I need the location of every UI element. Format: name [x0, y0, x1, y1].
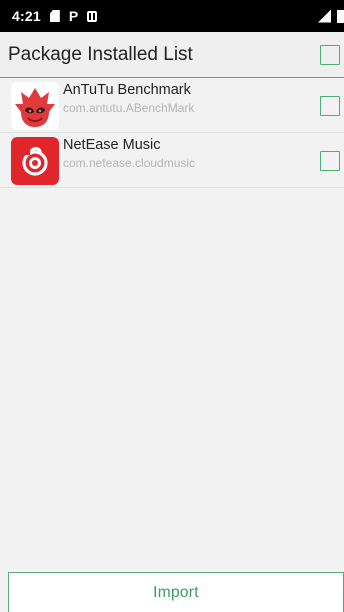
battery-icon: [337, 9, 344, 23]
sd-card-icon: [49, 10, 60, 22]
app-select-checkbox[interactable]: [320, 96, 340, 116]
page-title: Package Installed List: [8, 44, 193, 65]
import-button[interactable]: Import: [8, 572, 344, 612]
antutu-icon: [11, 82, 59, 130]
p-indicator-icon: P: [68, 8, 79, 24]
app-package-name: com.antutu.ABenchMark: [63, 101, 195, 115]
list-item[interactable]: NetEase Music com.netease.cloudmusic: [0, 133, 344, 188]
status-bar: 4:21 P: [0, 0, 344, 32]
app-window-icon: [87, 10, 98, 22]
app-name: NetEase Music: [63, 137, 161, 153]
signal-icon: [318, 9, 331, 23]
select-all-checkbox[interactable]: [320, 45, 340, 65]
list-item[interactable]: AnTuTu Benchmark com.antutu.ABenchMark: [0, 78, 344, 133]
app-select-checkbox[interactable]: [320, 151, 340, 171]
app-package-name: com.netease.cloudmusic: [63, 156, 196, 170]
screen: 4:21 P Package Installed List AnTuTu Ben…: [0, 0, 344, 612]
status-right-icons: [318, 0, 344, 32]
header: Package Installed List: [0, 32, 344, 78]
app-name: AnTuTu Benchmark: [63, 82, 191, 98]
status-time: 4:21: [12, 8, 41, 24]
app-list: AnTuTu Benchmark com.antutu.ABenchMark N…: [0, 78, 344, 188]
netease-music-icon: [11, 137, 59, 185]
